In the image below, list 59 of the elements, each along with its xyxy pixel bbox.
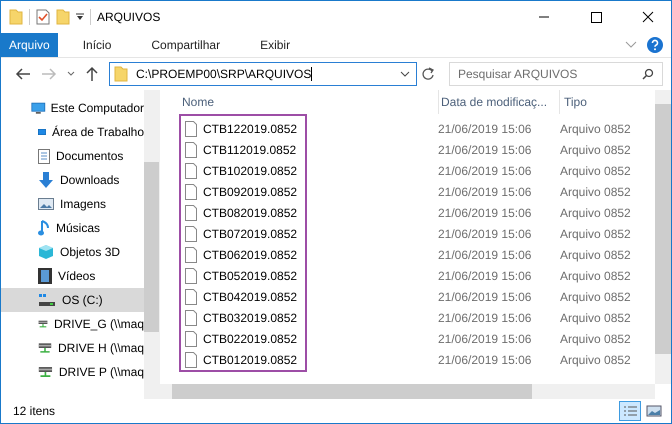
column-header[interactable]: Nome — [180, 90, 439, 114]
date-cell-text: 21/06/2019 15:06 — [437, 184, 532, 198]
date-cell-text: 21/06/2019 15:06 — [437, 310, 532, 324]
type-cell-text: Arquivo 0852 — [559, 248, 632, 262]
file-name[interactable]: CTB032019.0852 — [203, 310, 298, 324]
date-cell-text: 21/06/2019 15:06 — [437, 226, 532, 240]
file-name[interactable]: CTB102019.0852 — [203, 164, 298, 178]
type-cell-text: Arquivo 0852 — [559, 352, 632, 366]
file-name[interactable]: CTB112019.0852 — [203, 142, 296, 156]
file-name[interactable]: CTB062019.0852 — [203, 248, 298, 262]
date-cell-text: 21/06/2019 15:06 — [437, 142, 532, 156]
type-cell-text: Arquivo 0852 — [559, 332, 632, 346]
date-cell-text: 21/06/2019 15:06 — [437, 248, 532, 262]
date-cell-text: 21/06/2019 15:06 — [437, 122, 532, 136]
ribbon-tab[interactable]: Compartilhar — [136, 33, 236, 57]
sidebar-item[interactable]: Este Computador — [1, 96, 144, 120]
type-cell-text: Arquivo 0852 — [559, 184, 632, 198]
sidebar-item[interactable]: DRIVE P (\\maq — [1, 360, 144, 384]
type-cell-text: Arquivo 0852 — [559, 164, 632, 178]
address-field[interactable]: C:\PROEMP00\SRP\ARQUIVOS — [109, 62, 417, 86]
date-cell-text: 21/06/2019 15:06 — [437, 206, 532, 220]
file-name[interactable]: CTB072019.0852 — [203, 226, 298, 240]
type-cell-text: Arquivo 0852 — [559, 122, 632, 136]
sidebar-item[interactable]: Documentos — [1, 144, 144, 168]
ribbon-tab[interactable]: Início — [68, 33, 126, 57]
type-cell-text: Arquivo 0852 — [559, 268, 632, 282]
ribbon-tab[interactable]: Arquivo — [1, 33, 58, 57]
window-title: ARQUIVOS — [97, 10, 160, 24]
column-header[interactable]: Data de modificaç... — [439, 90, 560, 114]
file-name[interactable]: CTB022019.0852 — [203, 332, 298, 346]
date-cell-text: 21/06/2019 15:06 — [437, 268, 532, 282]
sidebar-item[interactable]: Downloads — [1, 168, 144, 192]
sidebar-item[interactable]: DRIVE_G (\\maq — [1, 312, 144, 336]
sidebar-item[interactable]: Vídeos — [1, 264, 144, 288]
sidebar-item[interactable]: Imagens — [1, 192, 144, 216]
file-name[interactable]: CTB012019.0852 — [203, 352, 298, 366]
type-cell-text: Arquivo 0852 — [559, 226, 632, 240]
date-cell-text: 21/06/2019 15:06 — [437, 332, 532, 346]
sidebar-item[interactable]: Objetos 3D — [1, 240, 144, 264]
type-cell-text: Arquivo 0852 — [559, 206, 632, 220]
file-name[interactable]: CTB092019.0852 — [203, 184, 298, 198]
type-cell-text: Arquivo 0852 — [559, 142, 632, 156]
sidebar-item[interactable]: Área de Trabalho — [1, 120, 144, 144]
column-header[interactable]: Tipo — [560, 90, 644, 114]
date-cell-text: 21/06/2019 15:06 — [437, 290, 532, 304]
file-name[interactable]: CTB122019.0852 — [203, 122, 298, 136]
ribbon-tab[interactable]: Exibir — [245, 33, 306, 57]
file-name[interactable]: CTB082019.0852 — [203, 206, 298, 220]
type-cell-text: Arquivo 0852 — [559, 310, 632, 324]
file-name[interactable]: CTB042019.0852 — [203, 290, 298, 304]
sidebar-item[interactable]: OS (C:) — [1, 288, 144, 312]
date-cell-text: 21/06/2019 15:06 — [437, 164, 532, 178]
search-field[interactable]: Pesquisar ARQUIVOS — [449, 62, 663, 86]
sidebar-item[interactable]: Músicas — [1, 216, 144, 240]
sidebar-item[interactable]: DRIVE H (\\maq — [1, 336, 144, 360]
date-cell-text: 21/06/2019 15:06 — [437, 352, 532, 366]
type-cell-text: Arquivo 0852 — [559, 290, 632, 304]
file-name[interactable]: CTB052019.0852 — [203, 268, 298, 282]
item-count: 12 itens — [13, 404, 56, 418]
